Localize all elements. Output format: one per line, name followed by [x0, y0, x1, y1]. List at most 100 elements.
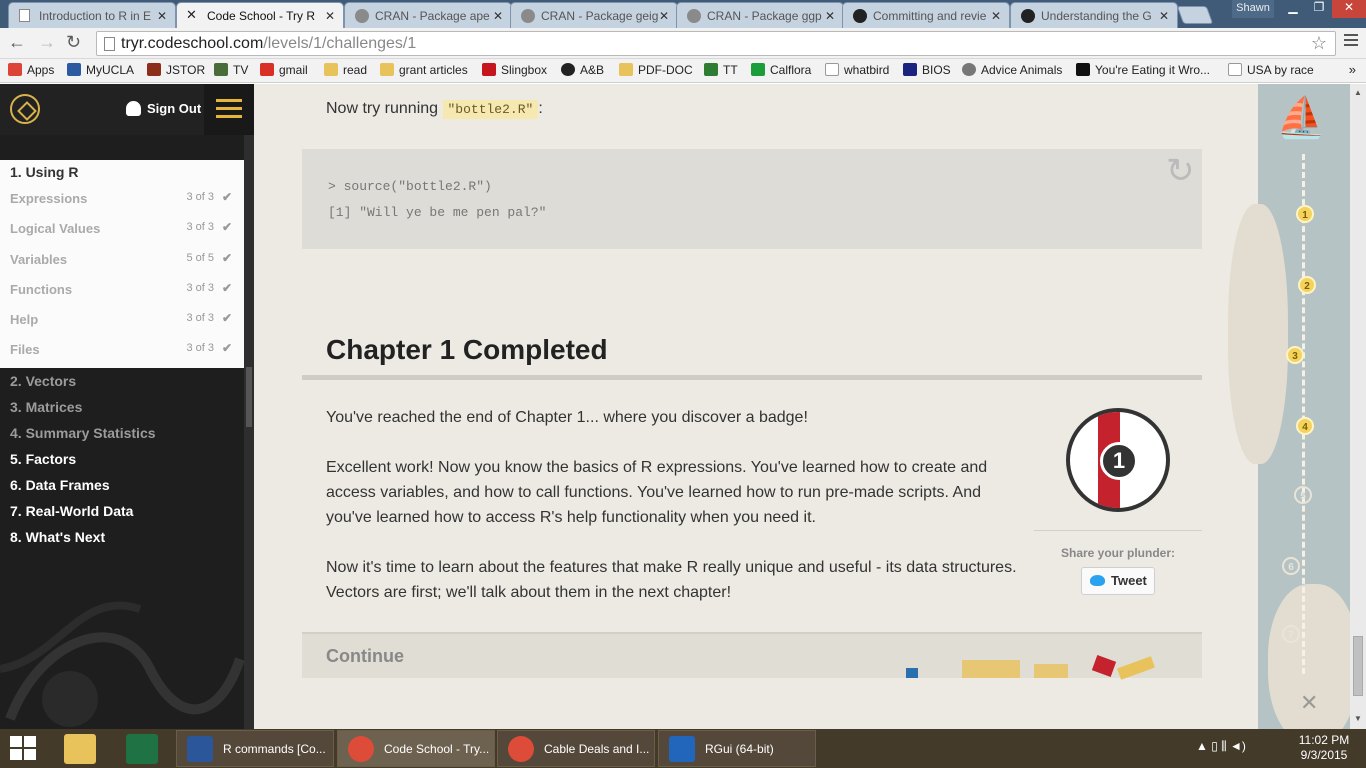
taskbar-button[interactable]: R commands [Co...	[176, 730, 334, 767]
map-stop[interactable]: 5	[1294, 486, 1312, 504]
share-label: Share your plunder:	[1060, 546, 1176, 560]
maximize-button[interactable]: ❐	[1306, 0, 1332, 18]
treasure-decoration	[1034, 664, 1068, 678]
codeschool-icon: ✕	[186, 7, 197, 22]
r-console[interactable]: > source("bottle2.R") [1] "Will ye be me…	[302, 149, 1202, 249]
bookmark-item[interactable]: PDF-DOC	[619, 63, 693, 77]
sidebar-level-summary-statistics[interactable]: 4. Summary Statistics	[10, 425, 156, 441]
lesson-item[interactable]: Variables 5 of 5 ✔	[10, 251, 234, 272]
close-icon[interactable]: ✕	[825, 9, 835, 23]
bookmark-item[interactable]: Advice Animals	[962, 63, 1062, 77]
close-icon[interactable]: ✕	[493, 9, 503, 23]
bookmark-item[interactable]: TT	[704, 63, 738, 77]
close-icon[interactable]: ✕	[991, 9, 1001, 23]
twitter-bird-icon	[1090, 575, 1105, 586]
bookmark-item[interactable]: grant articles	[380, 63, 468, 77]
browser-tab-active[interactable]: ✕ Code School - Try R ✕	[176, 2, 344, 28]
minimize-button[interactable]: ▁	[1280, 0, 1306, 18]
file-explorer-icon[interactable]	[64, 734, 96, 764]
reset-console-icon[interactable]: ↻	[1166, 151, 1195, 191]
sign-out-link[interactable]: Sign Out	[126, 101, 201, 116]
bookmark-label: whatbird	[844, 63, 890, 77]
bookmark-item[interactable]: gmail	[260, 63, 308, 77]
hamburger-menu-icon[interactable]	[204, 84, 254, 135]
lesson-label: Expressions	[10, 191, 88, 206]
close-icon[interactable]: ✕	[1159, 9, 1169, 23]
bookmark-item[interactable]: whatbird	[825, 63, 889, 77]
bookmark-item[interactable]: TV	[214, 63, 248, 77]
close-icon[interactable]: ✕	[157, 9, 167, 23]
address-bar[interactable]: tryr.codeschool.com/levels/1/challenges/…	[96, 31, 1336, 56]
page-scrollbar[interactable]: ▲ ▼	[1350, 84, 1366, 729]
bookmark-item[interactable]: MyUCLA	[67, 63, 134, 77]
tab-label: Committing and revie	[873, 9, 987, 23]
active-level-title[interactable]: 1. Using R	[10, 164, 78, 180]
browser-tab[interactable]: CRAN - Package ape ✕	[344, 2, 512, 28]
sidebar-level-data-frames[interactable]: 6. Data Frames	[10, 477, 110, 493]
bookmark-item[interactable]: USA by race	[1228, 63, 1314, 77]
tweet-button[interactable]: Tweet	[1081, 567, 1155, 595]
map-stop[interactable]: 6	[1282, 557, 1300, 575]
lesson-item[interactable]: Files 3 of 3 ✔	[10, 341, 234, 362]
clock-time: 11:02 PM	[1298, 733, 1350, 747]
browser-tab[interactable]: CRAN - Package geig ✕	[510, 2, 678, 28]
close-icon[interactable]: ✕	[325, 9, 335, 23]
map-stop[interactable]: 2	[1298, 276, 1316, 294]
close-icon[interactable]: ✕	[659, 9, 669, 23]
system-tray[interactable]: ▲ ▯ ⫼ ◄)	[1196, 739, 1246, 754]
clock[interactable]: 11:02 PM 9/3/2015	[1292, 733, 1356, 763]
lesson-label: Functions	[10, 282, 73, 297]
lesson-item[interactable]: Logical Values 3 of 3 ✔	[10, 220, 234, 241]
new-tab-button[interactable]	[1176, 6, 1214, 24]
sidebar-scrollbar[interactable]	[244, 135, 254, 729]
bookmark-item[interactable]: read	[324, 63, 367, 77]
sidebar-level-matrices[interactable]: 3. Matrices	[10, 399, 82, 415]
taskbar-button[interactable]: Cable Deals and I...	[497, 730, 655, 767]
sidebar-level-whats-next[interactable]: 8. What's Next	[10, 529, 105, 545]
excel-icon[interactable]	[126, 734, 158, 764]
bookmark-item[interactable]: BIOS	[903, 63, 951, 77]
treasure-decoration	[906, 668, 918, 678]
sidebar-level-vectors[interactable]: 2. Vectors	[10, 373, 76, 389]
taskbar-label: R commands [Co...	[223, 742, 326, 756]
bookmark-item[interactable]: You're Eating it Wro...	[1076, 63, 1210, 77]
sidebar-level-factors[interactable]: 5. Factors	[10, 451, 76, 467]
chrome-menu-icon[interactable]	[1344, 34, 1358, 48]
slingbox-icon	[482, 63, 496, 76]
bookmark-item[interactable]: Apps	[8, 63, 54, 77]
reload-icon[interactable]: ↻	[66, 32, 81, 53]
map-stop[interactable]: 1	[1296, 205, 1314, 223]
map-stop[interactable]: 4	[1296, 417, 1314, 435]
sidebar-level-real-world-data[interactable]: 7. Real-World Data	[10, 503, 133, 519]
forward-arrow-icon[interactable]: →	[38, 32, 56, 53]
browser-tab[interactable]: Introduction to R in E ✕	[8, 2, 176, 28]
windows-start-icon[interactable]	[10, 736, 38, 762]
back-arrow-icon[interactable]: ←	[8, 32, 26, 53]
browser-tab[interactable]: Committing and revie ✕	[842, 2, 1010, 28]
scroll-thumb[interactable]	[1353, 636, 1363, 696]
lesson-item[interactable]: Functions 3 of 3 ✔	[10, 281, 234, 302]
lesson-item[interactable]: Help 3 of 3 ✔	[10, 311, 234, 332]
continue-button[interactable]: Continue	[302, 632, 1202, 680]
browser-tab[interactable]: Understanding the G ✕	[1010, 2, 1178, 28]
scroll-up-arrow-icon[interactable]: ▲	[1354, 88, 1362, 97]
tab-label: CRAN - Package ggp	[707, 9, 822, 23]
bookmark-item[interactable]: Calflora	[751, 63, 811, 77]
codeschool-logo-icon[interactable]	[10, 94, 40, 124]
folder-icon	[380, 63, 394, 76]
scroll-down-arrow-icon[interactable]: ▼	[1354, 714, 1362, 723]
bookmark-star-icon[interactable]: ☆	[1311, 33, 1327, 54]
bookmark-item[interactable]: Slingbox	[482, 63, 547, 77]
taskbar-button[interactable]: Code School - Try...	[337, 730, 495, 767]
map-stop[interactable]: 7	[1282, 625, 1300, 643]
bookmarks-overflow-icon[interactable]: »	[1349, 62, 1356, 77]
taskbar-button[interactable]: RGui (64-bit)	[658, 730, 816, 767]
map-stop[interactable]: 3	[1286, 346, 1304, 364]
bookmark-item[interactable]: JSTOR	[147, 63, 205, 77]
profile-badge[interactable]: Shawn	[1232, 0, 1274, 18]
window-close-button[interactable]: ✕	[1332, 0, 1366, 18]
bookmark-item[interactable]: A&B	[561, 63, 604, 77]
bookmark-label: Slingbox	[501, 63, 548, 77]
lesson-item[interactable]: Expressions 3 of 3 ✔	[10, 190, 234, 211]
browser-tab[interactable]: CRAN - Package ggp ✕	[676, 2, 844, 28]
